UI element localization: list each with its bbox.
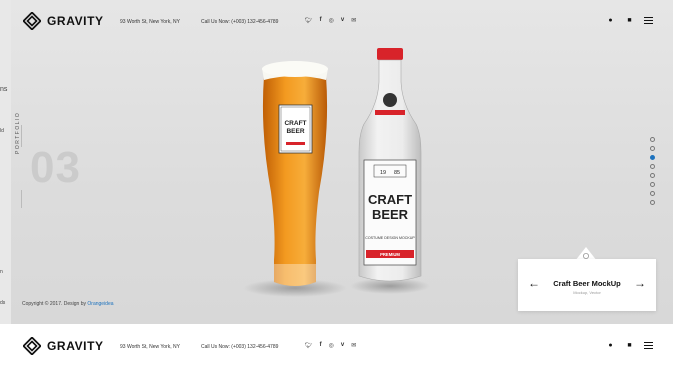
product-image: CRAFT BEER 19 85 CRAFT BEER COSTUME DESI… <box>243 48 430 297</box>
bottle-label-line: BEER <box>372 207 409 222</box>
hamburger-menu-icon[interactable] <box>644 342 653 350</box>
vimeo-icon[interactable]: v <box>341 17 344 24</box>
user-icon[interactable]: ● <box>606 341 615 350</box>
header-address: 93 Worth St, New York, NY <box>120 344 180 350</box>
copyright-text: Copyright © 2017. Design by Orangeidea <box>22 301 114 307</box>
email-icon[interactable]: ✉ <box>351 342 356 349</box>
header-actions: ● ■ <box>606 341 653 350</box>
logo-mark-icon <box>23 12 41 30</box>
bottle-year-part: 19 <box>380 170 386 176</box>
shopping-bag-icon[interactable]: ■ <box>625 16 634 25</box>
facebook-icon[interactable]: f <box>320 342 322 349</box>
left-edge-text: ns <box>0 86 8 93</box>
site-header: GRAVITY 93 Worth St, New York, NY Call U… <box>0 0 673 44</box>
vimeo-icon[interactable]: v <box>341 342 344 349</box>
social-links: 🐦︎ f ◎ v ✉ <box>305 342 356 349</box>
site-logo[interactable]: GRAVITY <box>23 337 104 355</box>
facebook-icon[interactable]: f <box>320 17 322 24</box>
slider-dot[interactable] <box>650 146 655 151</box>
next-arrow-icon[interactable]: → <box>634 276 646 290</box>
glass-label-line: BEER <box>286 128 304 135</box>
designer-link[interactable]: Orangeidea <box>87 301 113 307</box>
slider-dot[interactable] <box>650 155 655 160</box>
slider-dot[interactable] <box>650 182 655 187</box>
site-logo[interactable]: GRAVITY <box>23 12 104 30</box>
logo-text: GRAVITY <box>47 14 104 28</box>
email-icon[interactable]: ✉ <box>351 17 356 24</box>
sticky-header: GRAVITY 93 Worth St, New York, NY Call U… <box>0 324 673 368</box>
slider-pagination <box>650 137 655 205</box>
left-edge-text: ds <box>0 300 6 306</box>
glass-label-line: CRAFT <box>284 120 306 127</box>
slider-dot[interactable] <box>650 191 655 196</box>
social-links: 🐦︎ f ◎ v ✉ <box>305 17 356 24</box>
header-actions: ● ■ <box>606 16 653 25</box>
logo-text: GRAVITY <box>47 339 104 353</box>
slider-dot[interactable] <box>650 173 655 178</box>
twitter-icon[interactable]: 🐦︎ <box>305 342 313 349</box>
section-label: PORTFOLIO <box>15 111 21 154</box>
bottle-label-line: CRAFT <box>368 192 412 207</box>
instagram-icon[interactable]: ◎ <box>329 342 334 349</box>
left-edge-text: ld <box>0 128 4 134</box>
instagram-icon[interactable]: ◎ <box>329 17 334 24</box>
section-number: 03 <box>30 143 81 192</box>
logo-mark-icon <box>23 337 41 355</box>
hero-stage: ns ld n ds GRAVITY 93 Worth St, New York… <box>0 0 673 324</box>
hamburger-menu-icon[interactable] <box>644 17 653 25</box>
slider-dot[interactable] <box>650 164 655 169</box>
copyright-label: Copyright © 2017. Design by <box>22 301 88 307</box>
twitter-icon[interactable]: 🐦︎ <box>305 17 313 24</box>
left-edge-strip <box>0 0 11 324</box>
header-phone: Call Us Now: (+003) 132-456-4789 <box>201 19 279 25</box>
slide-caption-card: ← Craft Beer MockUp Mockup, Vector → <box>518 259 656 311</box>
slider-dot[interactable] <box>650 200 655 205</box>
divider-line <box>21 125 22 147</box>
left-edge-text: n <box>0 269 3 275</box>
bottle-label-sub: COSTUME DESIGN MOCKUP <box>365 236 415 240</box>
bottle-premium-label: PREMIUM <box>380 252 400 257</box>
header-address: 93 Worth St, New York, NY <box>120 19 180 25</box>
header-phone: Call Us Now: (+003) 132-456-4789 <box>201 344 279 350</box>
user-icon[interactable]: ● <box>606 16 615 25</box>
divider-line <box>21 190 22 208</box>
slider-dot[interactable] <box>650 137 655 142</box>
slide-subtitle: Mockup, Vector <box>573 290 601 295</box>
bottle-year-part: 85 <box>394 170 400 176</box>
shopping-bag-icon[interactable]: ■ <box>625 341 634 350</box>
